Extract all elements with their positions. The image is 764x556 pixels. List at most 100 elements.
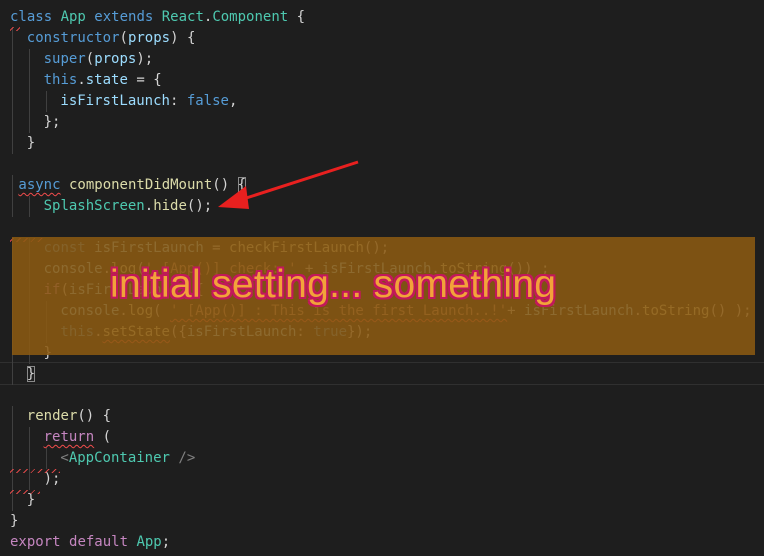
code-line[interactable]: } xyxy=(0,490,764,511)
code-text: constructor(props) { xyxy=(27,28,196,49)
code-token: hide xyxy=(153,198,187,214)
code-line[interactable]: render() { xyxy=(0,406,764,427)
code-token: Component xyxy=(212,9,289,25)
code-line[interactable]: ); xyxy=(0,469,764,490)
indent-guide xyxy=(28,427,30,448)
code-token: } xyxy=(26,492,36,508)
code-token: super xyxy=(43,51,86,67)
code-token: () { xyxy=(77,408,112,424)
code-line[interactable]: class App extends React.Component { xyxy=(0,7,764,28)
code-token: App xyxy=(136,534,162,550)
code-text: }; xyxy=(44,112,61,133)
code-line[interactable]: } xyxy=(0,364,764,385)
indent-guide xyxy=(28,49,30,70)
code-token: ); xyxy=(136,51,154,67)
code-token: constructor xyxy=(26,30,120,46)
code-token: class xyxy=(10,9,61,25)
code-text: return ( xyxy=(44,427,111,448)
code-token: render xyxy=(26,408,78,424)
code-token: React xyxy=(161,9,204,25)
indent-guide xyxy=(45,91,47,112)
code-text: SplashScreen.hide(); xyxy=(44,196,213,217)
code-token: /> xyxy=(169,450,196,466)
code-text: async componentDidMount() { xyxy=(18,175,247,196)
code-token: () xyxy=(212,177,238,193)
indent-guide xyxy=(12,448,13,469)
indent-guide xyxy=(28,70,30,91)
indent-guide xyxy=(12,28,13,49)
indent-guide xyxy=(12,196,13,217)
indent-guide xyxy=(28,91,30,112)
code-line[interactable]: } xyxy=(0,133,764,154)
code-text: this.state = { xyxy=(44,70,162,91)
code-line[interactable] xyxy=(0,385,764,406)
code-text: render() { xyxy=(27,406,111,427)
code-token: this xyxy=(43,72,78,88)
code-line[interactable] xyxy=(0,217,764,238)
indent-guide xyxy=(12,49,13,70)
code-line[interactable]: this.state = { xyxy=(0,70,764,91)
code-token: }; xyxy=(43,114,61,130)
error-squiggle xyxy=(10,469,60,473)
code-token: props xyxy=(94,51,137,67)
code-token: . xyxy=(144,198,154,214)
code-line[interactable]: constructor(props) { xyxy=(0,28,764,49)
code-token: < xyxy=(60,450,69,466)
indent-guide xyxy=(12,112,13,133)
code-token: false xyxy=(186,93,229,109)
code-token: componentDidMount xyxy=(68,177,213,193)
code-token: ); xyxy=(43,471,61,487)
code-line[interactable] xyxy=(0,154,764,175)
code-token: return xyxy=(43,429,95,445)
code-token: ( xyxy=(119,30,128,46)
code-line[interactable]: async componentDidMount() { xyxy=(0,175,764,196)
indent-guide xyxy=(12,133,13,154)
code-token: = { xyxy=(127,72,162,88)
code-line[interactable]: }; xyxy=(0,112,764,133)
indent-guide xyxy=(12,70,13,91)
code-line[interactable]: <AppContainer /> xyxy=(0,448,764,469)
code-token: async xyxy=(18,177,61,193)
code-text: isFirstLaunch: false, xyxy=(60,91,237,112)
code-line[interactable]: isFirstLaunch: false, xyxy=(0,91,764,112)
code-token: { xyxy=(288,9,306,25)
code-editor-screenshot: class App extends React.Component {const… xyxy=(0,0,764,556)
code-token: extends xyxy=(94,9,162,25)
indent-guide xyxy=(28,112,30,133)
code-text: class App extends React.Component { xyxy=(10,7,305,28)
code-text: } xyxy=(27,133,35,154)
code-token: } xyxy=(26,135,36,151)
indent-guide xyxy=(12,91,13,112)
code-token: ( xyxy=(85,51,95,67)
code-line[interactable]: } xyxy=(0,511,764,532)
annotation-overlay-text: initial setting... something xyxy=(110,263,557,306)
code-line[interactable]: SplashScreen.hide(); xyxy=(0,196,764,217)
code-token: AppContainer xyxy=(68,450,170,466)
code-token: (); xyxy=(186,198,213,214)
code-text: export default App; xyxy=(10,532,170,553)
code-text: } xyxy=(26,364,36,385)
indent-guide xyxy=(12,406,13,427)
code-token: ( xyxy=(94,429,112,445)
error-squiggle xyxy=(10,27,20,31)
code-token: ; xyxy=(161,534,171,550)
code-token: default xyxy=(69,534,137,550)
code-token: props xyxy=(127,30,171,46)
matching-bracket: { xyxy=(237,177,247,193)
code-token: export xyxy=(10,534,70,550)
code-token: } xyxy=(10,513,19,529)
code-line[interactable]: super(props); xyxy=(0,49,764,70)
error-squiggle xyxy=(10,490,40,494)
code-text: super(props); xyxy=(44,49,154,70)
indent-guide xyxy=(12,427,13,448)
code-line[interactable]: export default App; xyxy=(0,532,764,553)
indent-guide xyxy=(45,448,47,469)
code-token: : xyxy=(169,93,187,109)
code-line[interactable]: return ( xyxy=(0,427,764,448)
code-token: . xyxy=(77,72,86,88)
indent-guide xyxy=(28,196,30,217)
indent-guide xyxy=(12,364,13,385)
code-token: SplashScreen xyxy=(43,198,145,214)
code-text: } xyxy=(10,511,18,532)
